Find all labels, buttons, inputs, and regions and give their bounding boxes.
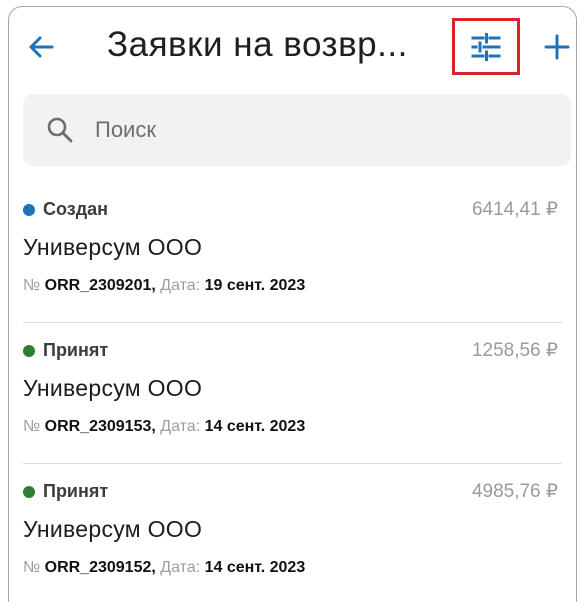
request-date: 19 сент. 2023 <box>204 277 306 294</box>
request-date: 14 сент. 2023 <box>204 559 306 576</box>
number-label: № <box>23 277 41 294</box>
request-number: ORR_2309153, <box>44 418 156 435</box>
request-meta: № ORR_2309153, Дата: 14 сент. 2023 <box>23 418 305 436</box>
top-app-bar: Заявки на возвр... <box>9 7 576 89</box>
add-button[interactable] <box>539 29 575 65</box>
client-name: Универсум ООО <box>23 516 203 542</box>
request-date: 14 сент. 2023 <box>204 418 306 435</box>
back-button[interactable] <box>23 29 59 65</box>
list-item[interactable]: Принят 1258,56 ₽ Универсум ООО № ORR_230… <box>9 323 576 464</box>
amount: 6414,41 ₽ <box>471 199 558 220</box>
status-label: Принят <box>43 481 109 501</box>
client-name: Универсум ООО <box>23 375 203 401</box>
app-screen: Заявки на возвр... Поиск Создан 6414,41 … <box>8 6 577 602</box>
status-label: Создан <box>43 199 109 219</box>
status-dot <box>23 485 35 498</box>
amount: 1258,56 ₽ <box>471 340 558 361</box>
request-meta: № ORR_2309201, Дата: 19 сент. 2023 <box>23 277 305 295</box>
search-input[interactable]: Поиск <box>23 94 571 166</box>
filter-button[interactable] <box>452 18 520 75</box>
date-label: Дата: <box>160 277 201 294</box>
search-placeholder: Поиск <box>95 117 156 142</box>
arrow-left-icon <box>29 36 54 58</box>
number-label: № <box>23 559 41 576</box>
date-label: Дата: <box>160 418 201 435</box>
search-icon <box>45 115 75 145</box>
number-label: № <box>23 418 41 435</box>
request-number: ORR_2309201, <box>44 277 156 294</box>
amount: 4985,76 ₽ <box>471 481 558 502</box>
status-dot <box>23 344 35 357</box>
request-list: Создан 6414,41 ₽ Универсум ООО № ORR_230… <box>9 182 576 602</box>
status-label: Принят <box>43 340 109 360</box>
request-number: ORR_2309152, <box>44 559 156 576</box>
sliders-icon <box>471 32 501 61</box>
client-name: Универсум ООО <box>23 234 203 260</box>
page-title: Заявки на возвр... <box>107 25 408 64</box>
request-meta: № ORR_2309152, Дата: 14 сент. 2023 <box>23 559 305 577</box>
date-label: Дата: <box>160 559 201 576</box>
list-item[interactable]: Принят 4985,76 ₽ Универсум ООО № ORR_230… <box>9 464 576 602</box>
status-badge: Создан <box>23 199 108 220</box>
status-dot <box>23 203 35 216</box>
status-badge: Принят <box>23 340 108 361</box>
status-badge: Принят <box>23 481 108 502</box>
list-item[interactable]: Создан 6414,41 ₽ Универсум ООО № ORR_230… <box>9 182 576 323</box>
plus-icon <box>544 34 570 60</box>
